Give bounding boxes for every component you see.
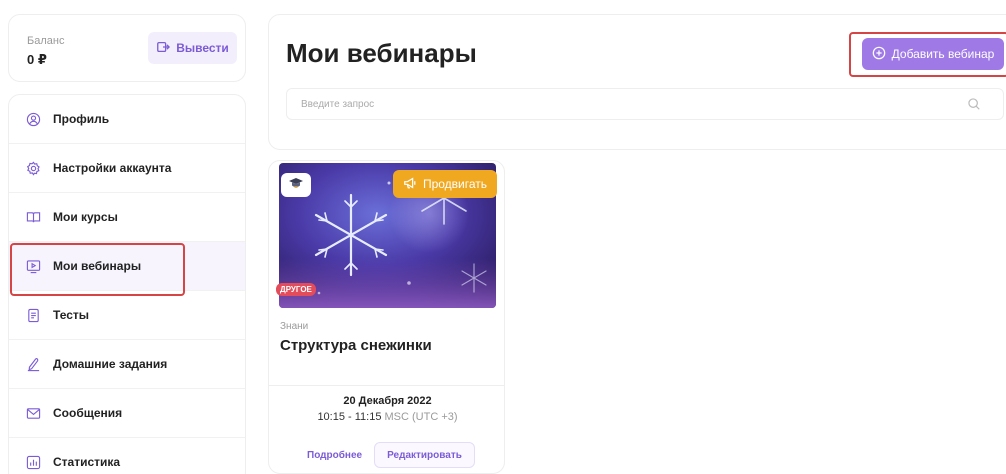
megaphone-icon — [403, 176, 417, 193]
sidebar-item-profile[interactable]: Профиль — [9, 95, 245, 144]
sidebar-item-label: Мои курсы — [53, 210, 118, 224]
balance-amount: 0 ₽ — [27, 52, 47, 67]
sidebar-item-messages[interactable]: Сообщения — [9, 389, 245, 438]
sidebar-item-statistics[interactable]: Статистика — [9, 438, 245, 474]
webinar-title[interactable]: Структура снежинки — [280, 337, 432, 354]
highlight-box-webinars — [10, 243, 185, 296]
organizer-logo — [281, 173, 311, 197]
webinar-time-row: 10:15 - 11:15 MSC (UTC +3) — [269, 411, 504, 423]
chart-icon — [25, 454, 41, 470]
mail-icon — [25, 405, 41, 421]
sidebar-item-settings[interactable]: Настройки аккаунта — [9, 144, 245, 193]
page-title: Мои вебинары — [286, 38, 477, 68]
sidebar-item-label: Домашние задания — [53, 357, 168, 371]
sidebar-item-courses[interactable]: Мои курсы — [9, 193, 245, 242]
pen-icon — [25, 356, 41, 372]
edit-button[interactable]: Редактировать — [374, 442, 475, 468]
card-divider — [269, 385, 504, 386]
sidebar-item-tests[interactable]: Тесты — [9, 291, 245, 340]
gear-icon — [25, 160, 41, 176]
user-icon — [25, 111, 41, 127]
promote-button[interactable]: Продвигать — [393, 170, 497, 198]
document-icon — [25, 307, 41, 323]
withdraw-label: Вывести — [176, 41, 229, 55]
webinar-date: 20 Декабря 2022 — [343, 395, 432, 407]
search-box — [286, 88, 1004, 120]
webinar-timezone: MSC (UTC +3) — [384, 411, 458, 423]
withdraw-button[interactable]: Вывести — [148, 32, 237, 64]
sidebar-item-label: Настройки аккаунта — [53, 161, 172, 175]
search-icon[interactable] — [967, 97, 981, 111]
sidebar-item-label: Профиль — [53, 112, 110, 126]
sidebar-item-label: Тесты — [53, 308, 90, 322]
sidebar-item-label: Сообщения — [53, 406, 123, 420]
webinar-card: Продвигать ДРУГОЕ Знани Структура снежин… — [268, 160, 505, 474]
organizer-name: Знани — [280, 321, 309, 332]
page: Баланс 0 ₽ Вывести Профиль Настройки акк… — [0, 0, 1006, 474]
promote-label: Продвигать — [422, 177, 488, 191]
book-icon — [25, 209, 41, 225]
withdraw-icon — [156, 40, 171, 57]
graduation-cap-icon — [288, 176, 304, 194]
balance-card: Баланс 0 ₽ Вывести — [8, 14, 246, 82]
webinar-time: 10:15 - 11:15 — [317, 411, 382, 423]
category-badge: ДРУГОЕ — [276, 283, 316, 296]
details-link[interactable]: Подробнее — [307, 450, 362, 461]
sidebar-item-homework[interactable]: Домашние задания — [9, 340, 245, 389]
search-input[interactable] — [301, 89, 941, 119]
balance-label: Баланс — [27, 35, 65, 47]
sidebar-item-label: Статистика — [53, 455, 121, 469]
highlight-box-add — [849, 32, 1006, 77]
